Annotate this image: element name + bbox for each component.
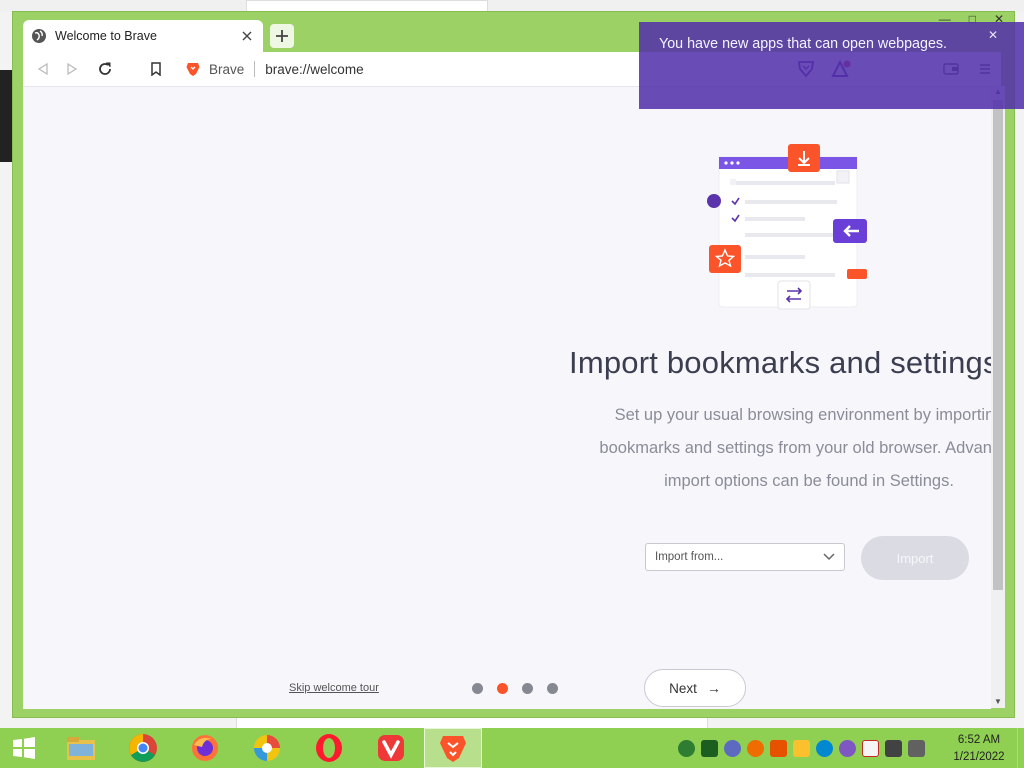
taskbar-brave[interactable] — [424, 728, 482, 768]
new-tab-button[interactable] — [270, 24, 294, 48]
back-icon — [37, 62, 48, 76]
arrow-right-icon: → — [706, 680, 721, 696]
welcome-heading: Import bookmarks and settings — [569, 345, 991, 380]
bookmark-button[interactable] — [144, 57, 168, 81]
plus-icon — [276, 30, 288, 42]
url-text[interactable]: brave://welcome — [265, 62, 363, 77]
brave-lion-icon — [440, 736, 466, 762]
taskbar-clock[interactable]: 6:52 AM 1/21/2022 — [946, 732, 1012, 766]
scroll-down-arrow-icon[interactable]: ▼ — [991, 696, 1005, 708]
clock-date: 1/21/2022 — [953, 751, 1005, 763]
description-line: Set up your usual browsing environment b… — [614, 406, 991, 424]
tray-app-icon[interactable] — [793, 739, 810, 757]
next-button-label: Next — [669, 680, 697, 696]
tray-app-icon[interactable] — [678, 739, 695, 757]
tray-app-icon[interactable] — [701, 739, 718, 757]
close-tab-icon[interactable] — [239, 28, 255, 44]
page-scrollbar[interactable]: ▲ ▼ — [991, 86, 1005, 708]
step-dot-active[interactable] — [497, 683, 508, 694]
omnibox-separator — [254, 61, 256, 77]
notification-text: You have new apps that can open webpages… — [659, 36, 948, 52]
background-window-edge — [0, 70, 12, 162]
address-bar[interactable]: Brave brave://welcome — [185, 56, 615, 82]
import-illustration — [707, 144, 867, 310]
taskbar-firefox[interactable] — [176, 728, 234, 768]
taskbar-opera[interactable] — [300, 728, 358, 768]
windows-logo-icon — [13, 737, 35, 759]
taskbar-edge-dev[interactable] — [238, 728, 296, 768]
description-line: bookmarks and settings from your old bro… — [599, 439, 991, 457]
vivaldi-icon — [378, 735, 404, 761]
import-from-select[interactable]: Import from... — [645, 543, 845, 571]
new-apps-notification[interactable]: You have new apps that can open webpages… — [639, 22, 1024, 109]
firefox-icon — [192, 735, 218, 761]
chevron-down-icon — [823, 553, 835, 561]
welcome-description: Set up your usual browsing environment b… — [569, 399, 991, 498]
taskbar-vivaldi[interactable] — [362, 728, 420, 768]
welcome-page: Import bookmarks and settings Set up you… — [23, 86, 991, 709]
bookmark-icon — [151, 62, 161, 76]
step-indicator — [472, 683, 558, 694]
tray-app-icon[interactable] — [770, 739, 787, 757]
opera-icon — [316, 734, 342, 762]
step-dot[interactable] — [547, 683, 558, 694]
forward-icon — [67, 62, 78, 76]
start-button[interactable] — [0, 728, 48, 768]
tray-app-icon[interactable] — [724, 739, 741, 757]
site-identity-label: Brave — [209, 61, 245, 77]
brave-browser-window: Welcome to Brave — □ ✕ Brave brave://wel… — [12, 11, 1015, 718]
description-line: import options can be found in Settings. — [664, 472, 954, 490]
tray-app-icon[interactable] — [839, 739, 856, 757]
tab-title: Welcome to Brave — [55, 29, 157, 43]
step-dot[interactable] — [522, 683, 533, 694]
reload-icon — [99, 62, 111, 75]
edge-dev-icon — [254, 735, 280, 761]
taskbar: 6:52 AM 1/21/2022 — [0, 728, 1024, 768]
next-button[interactable]: Next → — [644, 669, 746, 707]
taskbar-chrome[interactable] — [114, 728, 172, 768]
tray-app-icon[interactable] — [747, 739, 764, 757]
import-button[interactable]: Import — [861, 536, 969, 580]
skip-welcome-tour-link[interactable]: Skip welcome tour — [289, 682, 379, 694]
taskbar-file-explorer[interactable] — [52, 728, 110, 768]
back-button[interactable] — [31, 57, 55, 81]
tab-welcome[interactable]: Welcome to Brave — [23, 20, 263, 52]
system-tray — [678, 728, 925, 768]
globe-icon — [32, 29, 46, 43]
scroll-thumb[interactable] — [993, 100, 1003, 590]
clock-time: 6:52 AM — [957, 734, 1001, 746]
brave-lion-icon — [186, 63, 200, 76]
step-dot[interactable] — [472, 683, 483, 694]
forward-button[interactable] — [60, 57, 84, 81]
network-icon[interactable] — [885, 739, 902, 757]
reload-button[interactable] — [93, 57, 117, 81]
import-from-value: Import from... — [655, 551, 724, 563]
tray-app-icon[interactable] — [816, 739, 833, 757]
chrome-icon — [129, 734, 157, 762]
show-desktop-button[interactable] — [1017, 728, 1024, 768]
volume-muted-icon[interactable] — [908, 739, 925, 757]
tray-flag-icon[interactable] — [862, 739, 879, 757]
notification-close-icon[interactable]: ✕ — [988, 28, 998, 42]
folder-icon — [67, 737, 95, 760]
